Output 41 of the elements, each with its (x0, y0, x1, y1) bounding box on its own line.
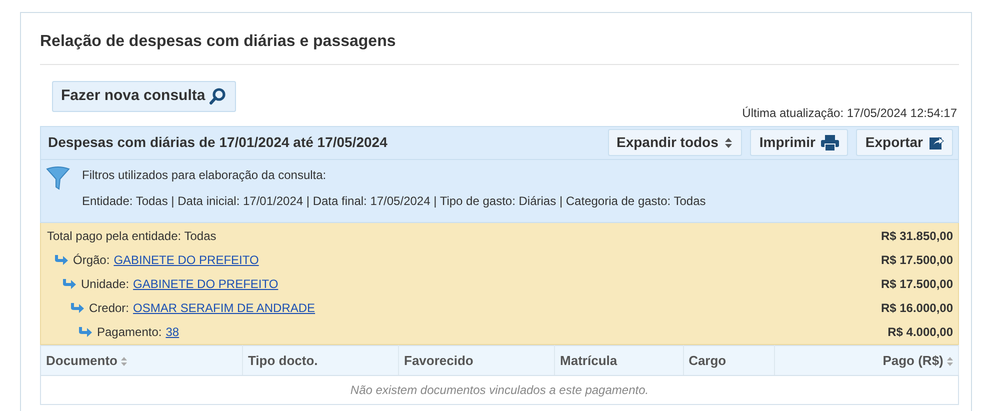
summary-link[interactable]: 38 (166, 322, 180, 341)
summary-amount: R$ 17.500,00 (880, 252, 953, 269)
summary-amount: R$ 17.500,00 (880, 276, 953, 293)
funnel-icon (46, 166, 70, 190)
summary-link[interactable]: GABINETE DO PREFEITO (133, 274, 278, 293)
arrow-icon (69, 302, 85, 314)
column-header: Matrícula (554, 345, 684, 376)
summary-amount: R$ 4.000,00 (888, 324, 953, 341)
column-header[interactable]: Documento (40, 345, 242, 376)
expand-button[interactable]: Expandir todos (608, 129, 742, 156)
arrow-icon (53, 254, 69, 266)
export-icon (929, 135, 944, 150)
empty-message: Não existem documentos vinculados a este pagamento. (40, 376, 958, 405)
search-icon (209, 87, 228, 106)
arrow-icon (61, 278, 77, 290)
column-header: Tipo docto. (242, 345, 398, 376)
summary-label: Unidade: (81, 276, 130, 293)
new-query-button[interactable]: Fazer nova consulta (52, 81, 236, 112)
export-button[interactable]: Exportar (856, 129, 953, 156)
summary-label: Órgão: (73, 252, 110, 269)
column-header[interactable]: Pago (R$) (774, 345, 958, 376)
printer-icon (821, 134, 840, 151)
arrow-icon (77, 326, 93, 338)
summary-amount: R$ 31.850,00 (880, 228, 953, 245)
summary-label: Credor: (89, 300, 130, 317)
summary-link[interactable]: OSMAR SERAFIM DE ANDRADE (133, 298, 316, 317)
column-header: Cargo (683, 345, 775, 376)
column-header: Favorecido (398, 345, 555, 376)
sort-icon (947, 356, 953, 366)
last-update-text: Última atualização: 17/05/2024 12:54:17 (742, 106, 957, 120)
panel-heading: Despesas com diárias de 17/01/2024 até 17/05/2024 (48, 134, 388, 152)
summary-label: Total pago pela entidade: Todas (47, 228, 216, 245)
sort-icon (121, 356, 128, 366)
section-title: Relação de despesas com diárias e passagens (40, 13, 959, 66)
filters-text: Entidade: Todas | Data inicial: 17/01/2024 | Data final: 17/05/2024 | Tipo de gasto: Diárias | Categoria de gasto: Todas (82, 192, 706, 210)
sort-caret-icon (724, 136, 734, 149)
print-button[interactable]: Imprimir (750, 129, 848, 156)
summary-link[interactable]: GABINETE DO PREFEITO (114, 250, 259, 269)
summary-label: Pagamento: (97, 324, 162, 341)
summary-amount: R$ 16.000,00 (880, 300, 953, 317)
filters-title: Filtros utilizados para elaboração da consulta: (82, 166, 328, 184)
